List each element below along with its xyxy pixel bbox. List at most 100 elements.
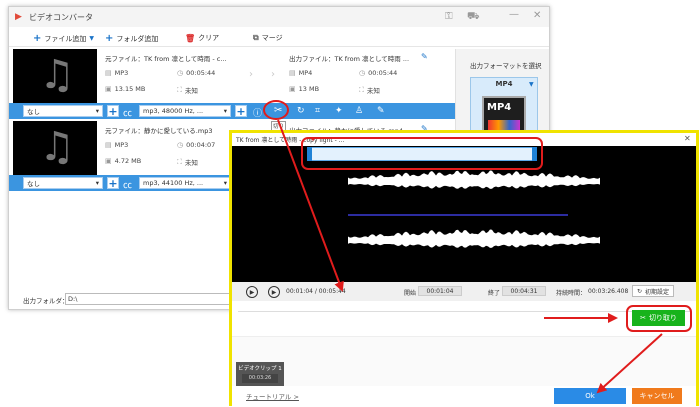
start-label: 開始 (404, 290, 417, 297)
add-folder-button[interactable]: + フォルダ追加 (105, 33, 158, 44)
clear-button[interactable]: 🗑 クリア (185, 33, 219, 43)
waveform-channel (348, 229, 600, 248)
format-panel-title: 出力フォーマットを選択 (470, 62, 542, 70)
disk-icon: ▣ (105, 85, 112, 93)
rotate-icon[interactable]: ↻ (297, 106, 305, 116)
chevron-down-icon: ▼ (529, 81, 534, 88)
clip-item[interactable]: ビデオクリップ 1 00:03:26 (236, 362, 284, 386)
source-format: ▤ MP3 (105, 69, 129, 77)
chevron-down-icon: ▾ (223, 179, 227, 187)
cc-icon: ㏄ (123, 109, 133, 119)
edit-output-icon[interactable]: ✎ (421, 52, 428, 61)
tutorial-link[interactable]: チュートリアル > (246, 391, 299, 401)
cut-dialog: TK from 凛として時雨 - copy light - ... ✕ ▶ ▶ … (229, 130, 699, 406)
trim-start-handle[interactable] (307, 147, 312, 161)
play-segment-button[interactable]: ▶ (268, 286, 280, 298)
scissors-icon: ✂ (640, 314, 646, 322)
start-time-field[interactable]: 00:01:04 (418, 286, 462, 296)
cut-dialog-footer: チュートリアル > Ok キャンセル (232, 386, 696, 406)
source-size: ▣ 13.15 MB (105, 85, 146, 93)
play-button[interactable]: ▶ (246, 286, 258, 298)
merge-label: マージ (261, 34, 283, 42)
output-format: ▤ MP4 (289, 69, 313, 77)
resolution-icon: ⛶ (359, 85, 364, 94)
output-resolution: ⛶ 未知 (359, 85, 380, 96)
output-size: ▣ 13 MB (289, 85, 320, 93)
app-play-icon: ▶ (15, 12, 22, 22)
app-title: ビデオコンバータ (29, 13, 93, 22)
add-subtitle-button[interactable]: + (107, 105, 119, 118)
effect-icon[interactable]: ✦ (335, 106, 343, 116)
watermark-icon[interactable]: ♙ (355, 106, 363, 116)
subtitle-dropdown[interactable]: なし ▾ (23, 177, 103, 189)
selected-format: MP4 (495, 80, 513, 88)
add-subtitle-button[interactable]: + (107, 177, 119, 190)
close-button[interactable]: ✕ (533, 10, 541, 21)
cart-icon[interactable]: ⛟ (467, 11, 480, 24)
end-label: 終了 (488, 290, 501, 297)
resolution-icon: ⛶ (177, 85, 182, 94)
add-file-label: ファイル追加 (44, 34, 87, 43)
source-filename: 元ファイル：TK from 凛として時雨 - c... (105, 55, 227, 63)
crop-icon[interactable]: ⌗ (315, 106, 320, 116)
duration-value: 00:03:26.408 (588, 288, 629, 295)
end-time-field[interactable]: 00:04:31 (502, 286, 546, 296)
clip-name: ビデオクリップ 1 (238, 366, 282, 372)
minimize-button[interactable]: — (509, 9, 519, 20)
file-thumbnail: ♫ (13, 121, 97, 175)
playhead-marker[interactable] (310, 137, 316, 141)
source-size: ▣ 4.72 MB (105, 157, 142, 165)
close-icon[interactable]: ✕ (684, 134, 691, 143)
refresh-icon: ↻ (637, 287, 643, 295)
music-note-icon: ♫ (39, 52, 75, 98)
audio-dropdown[interactable]: mp3, 48000 Hz, ... ▾ (139, 105, 231, 117)
file-thumbnail: ♫ (13, 49, 97, 103)
trash-icon: 🗑 (185, 33, 196, 43)
music-note-icon: ♫ (39, 124, 75, 170)
output-folder-label: 出力フォルダ： (23, 297, 69, 305)
info-icon[interactable]: ⓘ (253, 106, 262, 119)
scissors-icon[interactable]: ✂ (274, 105, 282, 116)
merge-button[interactable]: ⧉ マージ (253, 33, 283, 43)
clock-icon: ◷ (177, 69, 184, 77)
subtitle-dropdown[interactable]: なし ▾ (23, 105, 103, 117)
convert-arrow-icon: › (249, 69, 253, 80)
audio-dropdown[interactable]: mp3, 44100 Hz, ... ▾ (139, 177, 231, 189)
output-duration: ◷ 00:05:44 (359, 69, 398, 77)
file-icon: ▤ (105, 69, 112, 77)
source-filename: 元ファイル：静かに愛している.mp3 (105, 127, 213, 135)
clip-list: ビデオクリップ 1 00:03:26 (232, 336, 696, 386)
toolbar: + ファイル追加 ▼ + フォルダ追加 🗑 クリア ⧉ マージ (9, 29, 549, 47)
add-file-button[interactable]: + ファイル追加 ▼ (33, 33, 94, 44)
clock-icon: ◷ (177, 141, 184, 149)
reset-button[interactable]: ↻ 初期設定 (632, 285, 675, 297)
chevron-down-icon: ▾ (223, 107, 227, 115)
file-icon: ▤ (105, 141, 112, 149)
ok-button[interactable]: Ok (554, 388, 626, 404)
source-resolution: ⛶ 未知 (177, 157, 198, 168)
resolution-icon: ⛶ (177, 157, 182, 166)
edit-icon[interactable]: ✎ (377, 106, 385, 116)
trim-range-track[interactable] (307, 147, 537, 161)
source-duration: ◷ 00:05:44 (177, 69, 216, 77)
file-toolbar: なし ▾ + ㏄ mp3, 48000 Hz, ... ▾ + ⓘ ✂ ↻ ⌗ ✦ … (9, 103, 455, 119)
plus-icon: + (105, 33, 114, 44)
source-resolution: ⛶ 未知 (177, 85, 198, 96)
output-filename: 出力ファイル：TK from 凛として時雨 ... (289, 55, 410, 63)
trim-end-handle[interactable] (532, 147, 537, 161)
waveform-channel (348, 170, 600, 189)
source-duration: ◷ 00:04:07 (177, 141, 216, 149)
chevron-down-icon: ▾ (95, 107, 99, 115)
key-icon[interactable]: ⚿ (445, 11, 453, 22)
clock-icon: ◷ (359, 69, 366, 77)
clip-duration: 00:03:26 (242, 374, 278, 383)
chevron-down-icon: ▾ (95, 179, 99, 187)
chevron-down-icon: ▼ (89, 35, 95, 42)
cut-button[interactable]: ✂ 切り取り (632, 310, 685, 326)
cancel-button[interactable]: キャンセル (632, 388, 682, 404)
disk-icon: ▣ (289, 85, 296, 93)
duration-label: 持続時間： (556, 290, 587, 297)
add-audio-button[interactable]: + (235, 105, 247, 118)
playback-controls: ▶ ▶ 00:01:04 / 00:05:44 開始 00:01:04 終了 0… (232, 282, 696, 301)
cc-icon: ㏄ (123, 181, 133, 191)
